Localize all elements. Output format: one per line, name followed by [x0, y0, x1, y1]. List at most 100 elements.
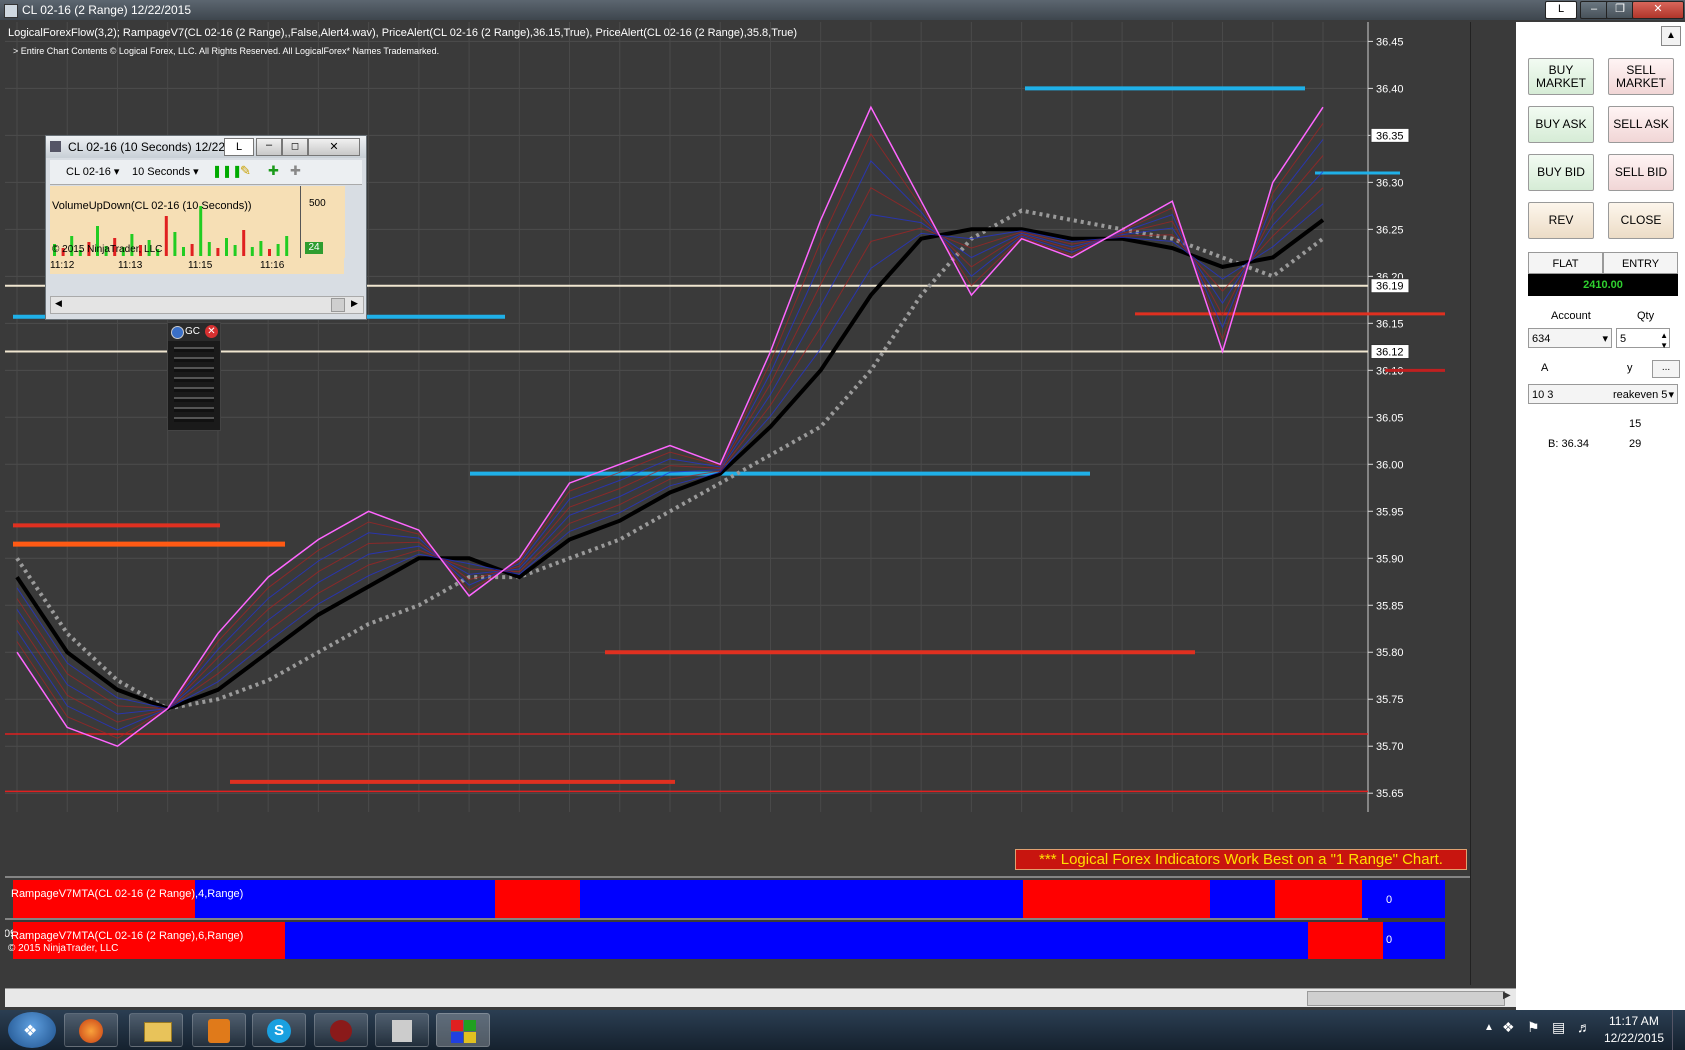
action-center-flag-icon[interactable]: ⚑	[1527, 1019, 1540, 1036]
ladder-row	[174, 357, 214, 362]
sell-bid-button[interactable]: SELL BID	[1608, 154, 1674, 191]
volume-bar	[233, 245, 237, 256]
gc-floater[interactable]: GC ✕	[167, 322, 221, 431]
show-desktop-button[interactable]	[1672, 1010, 1685, 1050]
y-tick-label: 36.05	[1376, 412, 1404, 424]
mini-chart-window[interactable]: CL 02-16 (10 Seconds) 12/22 L – ◻ ✕ CL 0…	[45, 135, 367, 320]
volume-bar	[164, 216, 168, 256]
mini-y-axis: 500 24	[300, 186, 345, 258]
y-tick-label: 35.75	[1376, 694, 1404, 706]
mini-interval-select[interactable]: 10 Seconds ▾	[132, 165, 199, 178]
mini-restore-button[interactable]: ◻	[282, 138, 308, 156]
trend-block	[1362, 880, 1445, 918]
indicator-list: LogicalForexFlow(3,2); RampageV7(CL 02-1…	[8, 27, 798, 39]
account-dropdown-icon[interactable]: ▾	[1602, 329, 1608, 349]
mini-xtick: 11:16	[260, 260, 285, 271]
scroll-thumb[interactable]	[1307, 991, 1505, 1006]
panel1-label: RampageV7MTA(CL 02-16 (2 Range),4,Range)	[11, 888, 244, 900]
atm-more-button[interactable]: ...	[1652, 360, 1680, 378]
mini-link-button[interactable]: L	[224, 138, 254, 156]
trend-block	[1308, 922, 1383, 959]
account-value: 634	[1532, 333, 1551, 345]
start-button-icon[interactable]: ❖	[8, 1012, 56, 1048]
gc-close-icon[interactable]: ✕	[205, 325, 218, 338]
mini-scrollbar[interactable]: ◀ ▶	[50, 296, 364, 314]
volume-bar	[190, 244, 194, 256]
volume-bar	[216, 248, 220, 256]
mini-remove-indicator-icon[interactable]: ✚	[290, 163, 301, 179]
trading-app-taskbar-icon[interactable]	[375, 1013, 429, 1047]
mini-scroll-left-icon[interactable]: ◀	[55, 298, 62, 309]
ninjatrader-copyright: © 2015 NinjaTrader, LLC	[8, 943, 119, 954]
mini-minimize-button[interactable]: –	[256, 138, 282, 156]
trend-block	[580, 880, 1023, 918]
explorer-taskbar-icon[interactable]	[129, 1013, 183, 1047]
gc-ladder	[174, 347, 214, 427]
chart-app-taskbar-icon[interactable]	[436, 1013, 490, 1047]
buy-bid-button[interactable]: BUY BID	[1528, 154, 1594, 191]
sell-market-button[interactable]: SELL MARKET	[1608, 58, 1674, 95]
atm-dropdown-icon[interactable]: ▾	[1668, 385, 1674, 405]
network-icon[interactable]: ▤	[1552, 1019, 1565, 1036]
clock-date[interactable]: 12/22/2015	[1604, 1031, 1664, 1045]
close-window-button[interactable]: ✕	[1632, 1, 1684, 19]
tray-windows-icon[interactable]: ❖	[1502, 1019, 1515, 1036]
y-tick-label: 35.70	[1376, 741, 1404, 753]
mini-volume-panel: VolumeUpDown(CL 02-16 (10 Seconds)) © 20…	[50, 186, 300, 258]
mini-scroll-thumb[interactable]	[331, 298, 345, 312]
qty-value: 5	[1620, 333, 1627, 345]
mini-axis-500: 500	[309, 198, 326, 209]
panel2-label: RampageV7MTA(CL 02-16 (2 Range),6,Range)	[11, 930, 244, 942]
chart-scrollbar[interactable]: ▶	[5, 988, 1516, 1007]
trend-block	[1275, 880, 1362, 918]
volume-bar	[242, 230, 246, 256]
chart-copyright: > Entire Chart Contents © Logical Forex,…	[13, 46, 440, 56]
media-player-taskbar-icon[interactable]	[192, 1013, 246, 1047]
sell-ask-button[interactable]: SELL ASK	[1608, 106, 1674, 143]
buy-market-button[interactable]: BUY MARKET	[1528, 58, 1594, 95]
volume-icon[interactable]: ♬	[1577, 1019, 1591, 1035]
reverse-button[interactable]: REV	[1528, 202, 1594, 239]
mini-xtick: 11:12	[50, 260, 75, 271]
volume-bar	[173, 232, 177, 256]
mini-interval-label: 10 Seconds	[132, 166, 191, 178]
y-tick-label: 36.45	[1376, 36, 1404, 48]
qty-input[interactable]: 5 ▲ ▼	[1616, 328, 1670, 350]
atm-strategy-value: 10 3	[1532, 389, 1554, 401]
mini-close-button[interactable]: ✕	[308, 138, 360, 156]
buy-ask-button[interactable]: BUY ASK	[1528, 106, 1594, 143]
account-select[interactable]: 634 ▾	[1528, 328, 1612, 348]
atm-label: A	[1541, 362, 1549, 374]
close-position-button[interactable]: CLOSE	[1608, 202, 1674, 239]
tray-expand-icon[interactable]: ▲	[1484, 1022, 1494, 1033]
mini-instrument-select[interactable]: CL 02-16 ▾	[66, 165, 119, 178]
mini-draw-pencil-icon[interactable]: ✎	[240, 163, 251, 179]
y-tick-label: 36.00	[1376, 459, 1404, 471]
price-tag-label: 36.19	[1376, 281, 1404, 293]
qty-down-icon[interactable]: ▼	[1660, 336, 1668, 356]
bid-qty: 29	[1629, 438, 1642, 450]
scroll-right-arrow-icon[interactable]: ▶	[1503, 990, 1511, 1001]
mini-scroll-right-icon[interactable]: ▶	[351, 298, 358, 309]
clock-time[interactable]: 11:17 AM	[1609, 1014, 1659, 1028]
y-tick-label: 35.80	[1376, 647, 1404, 659]
minimize-button[interactable]: –	[1580, 1, 1608, 19]
link-button[interactable]: L	[1545, 1, 1577, 19]
ask-qty: 15	[1629, 418, 1642, 430]
panel-collapse-button[interactable]: ▲	[1661, 26, 1681, 46]
entry-status: ENTRY	[1603, 252, 1678, 274]
mini-bar-style-icon[interactable]: ❚❚❚	[212, 164, 242, 178]
panel-zero-label: 0	[1386, 894, 1392, 906]
trend-block	[285, 922, 1308, 959]
firefox-taskbar-icon[interactable]	[64, 1013, 118, 1047]
volume-bar	[250, 247, 254, 256]
qty-label: Qty	[1637, 310, 1655, 322]
flat-status: FLAT	[1528, 252, 1603, 274]
restore-button[interactable]: ❐	[1606, 1, 1634, 19]
atm-strategy-select[interactable]: 10 3 reakeven 5 ▾	[1528, 384, 1678, 404]
ninjatrader-taskbar-icon[interactable]	[314, 1013, 368, 1047]
skype-taskbar-icon[interactable]: S	[252, 1013, 306, 1047]
mini-add-indicator-icon[interactable]: ✚	[268, 163, 279, 179]
ladder-row	[174, 347, 214, 352]
volume-bar	[225, 238, 228, 256]
